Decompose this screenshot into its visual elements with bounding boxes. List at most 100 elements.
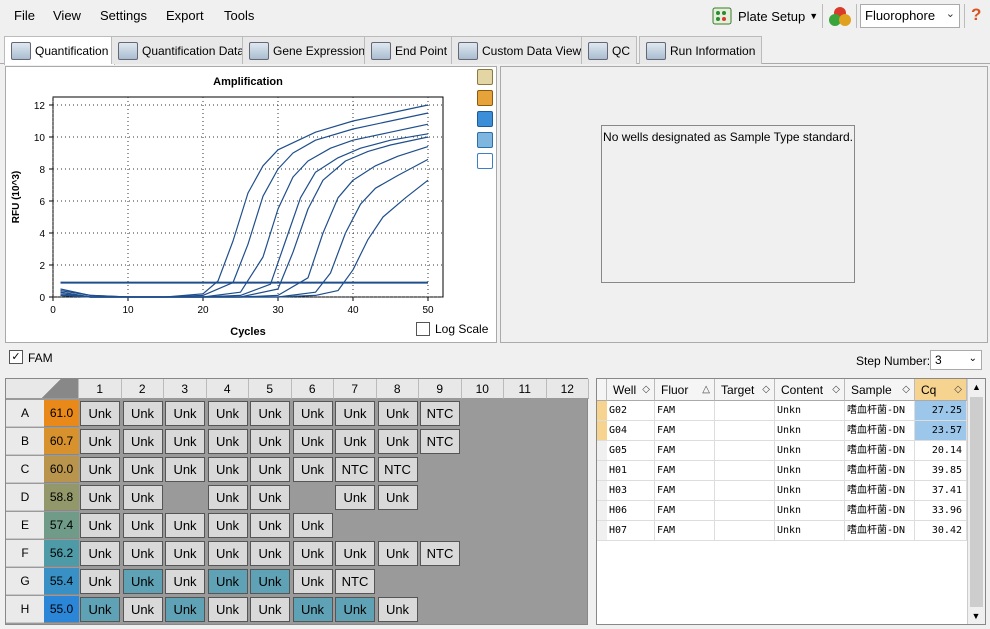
cell-content[interactable]: Unkn [775,441,845,461]
plate-well[interactable]: Unk [377,597,418,622]
cell-sample[interactable]: 嗜血杆菌-DN [845,401,915,421]
plate-well[interactable]: Unk [165,569,205,594]
menu-settings[interactable]: Settings [100,8,147,23]
cell-content[interactable]: Unkn [775,461,845,481]
plate-well[interactable]: Unk [122,541,163,566]
cell-well[interactable]: G04 [607,421,655,441]
plate-well[interactable]: Unk [165,541,205,566]
plate-row-header[interactable]: F [6,540,44,567]
plate-setup-button[interactable]: Plate Setup ▼ [710,4,818,28]
plate-well[interactable]: NTC [335,569,375,594]
cell-cq[interactable]: 20.14 [915,441,967,461]
row-selector[interactable] [597,481,607,501]
cell-well[interactable]: G02 [607,401,655,421]
cell-fluor[interactable]: FAM [655,501,715,521]
cell-fluor[interactable]: FAM [655,421,715,441]
log-scale-toggle[interactable]: Log Scale [416,322,488,336]
plate-well[interactable]: Unk [80,457,120,482]
cell-content[interactable]: Unkn [775,521,845,541]
plate-well[interactable]: Unk [250,485,290,510]
plate-row-header[interactable]: C [6,456,44,483]
menu-file[interactable]: File [14,8,35,23]
cell-fluor[interactable]: FAM [655,461,715,481]
plate-well[interactable]: Unk [165,457,205,482]
cell-well[interactable]: H03 [607,481,655,501]
help-icon[interactable]: ? [971,5,981,25]
plate-well[interactable]: Unk [207,597,248,622]
cell-sample[interactable]: 嗜血杆菌-DN [845,521,915,541]
plate-well[interactable]: Unk [292,401,333,426]
plate-well[interactable]: Unk [250,457,290,482]
row-selector[interactable] [597,461,607,481]
plate-well[interactable]: Unk [80,569,120,594]
scroll-down-icon[interactable]: ▼ [968,608,984,624]
copy-icon[interactable] [477,69,493,85]
plate-well[interactable]: Unk [377,429,418,454]
plate-well[interactable]: Unk [80,541,120,566]
plate-column-header[interactable]: 6 [291,379,334,399]
plate-well[interactable]: Unk [80,597,120,622]
cell-cq[interactable]: 30.42 [915,521,967,541]
plate-well[interactable]: Unk [292,597,333,622]
plate-column-header[interactable]: 3 [164,379,207,399]
export-chart-icon[interactable] [477,90,493,106]
row-selector[interactable] [597,521,607,541]
plate-well[interactable]: Unk [80,429,120,454]
menu-export[interactable]: Export [166,8,204,23]
zoom-icon[interactable] [477,132,493,148]
column-header-fluor[interactable]: Fluor △ [655,379,715,401]
plate-well[interactable]: Unk [122,429,163,454]
cell-cq[interactable]: 37.41 [915,481,967,501]
cell-fluor[interactable]: FAM [655,441,715,461]
row-selector[interactable] [597,441,607,461]
cell-sample[interactable]: 嗜血杆菌-DN [845,421,915,441]
plate-well[interactable]: Unk [377,541,418,566]
cell-sample[interactable]: 嗜血杆菌-DN [845,481,915,501]
cell-content[interactable]: Unkn [775,401,845,421]
tab-gene-expression[interactable]: Gene Expression [242,36,373,64]
tab-custom-data-view[interactable]: Custom Data View [451,36,589,64]
plate-well[interactable]: Unk [335,541,375,566]
column-header-target[interactable]: Target ◇ [715,379,775,401]
column-header-well[interactable]: Well ◇ [607,379,655,401]
cell-cq[interactable]: 39.85 [915,461,967,481]
plate-column-header[interactable]: 4 [206,379,249,399]
plate-well[interactable]: Unk [377,485,418,510]
column-header-content[interactable]: Content ◇ [775,379,845,401]
plate-well[interactable]: Unk [80,485,120,510]
plate-row-header[interactable]: D [6,484,44,511]
cell-fluor[interactable]: FAM [655,481,715,501]
tab-qc[interactable]: QC [581,36,637,64]
row-selector[interactable] [597,401,607,421]
plate-well[interactable]: Unk [165,429,205,454]
plate-well[interactable]: Unk [207,485,248,510]
plate-well[interactable]: Unk [292,541,333,566]
plate-well[interactable]: Unk [250,401,290,426]
cell-target[interactable] [715,421,775,441]
step-number-select[interactable]: 3 ⌄ [930,350,982,370]
plate-well[interactable]: Unk [165,597,205,622]
cell-well[interactable]: H06 [607,501,655,521]
cell-well[interactable]: G05 [607,441,655,461]
tab-end-point[interactable]: End Point [364,36,455,64]
plate-column-header[interactable]: 10 [461,379,504,399]
plate-well[interactable]: Unk [250,513,290,538]
cell-content[interactable]: Unkn [775,481,845,501]
plate-well[interactable]: NTC [420,401,460,426]
row-selector[interactable] [597,501,607,521]
cell-sample[interactable]: 嗜血杆菌-DN [845,501,915,521]
plate-well[interactable]: Unk [165,401,205,426]
plate-well[interactable]: Unk [122,485,163,510]
cell-target[interactable] [715,441,775,461]
cell-target[interactable] [715,521,775,541]
plate-row-header[interactable]: E [6,512,44,539]
plate-well[interactable]: Unk [335,485,375,510]
plate-well[interactable]: Unk [335,429,375,454]
log-scale-checkbox[interactable] [416,322,430,336]
menu-view[interactable]: View [53,8,81,23]
plate-row-header[interactable]: G [6,568,44,595]
plate-well[interactable]: Unk [80,513,120,538]
vertical-scrollbar[interactable]: ▲ ▼ [967,379,985,624]
cell-cq[interactable]: 33.96 [915,501,967,521]
column-header-cq[interactable]: Cq ◇ [915,379,967,401]
